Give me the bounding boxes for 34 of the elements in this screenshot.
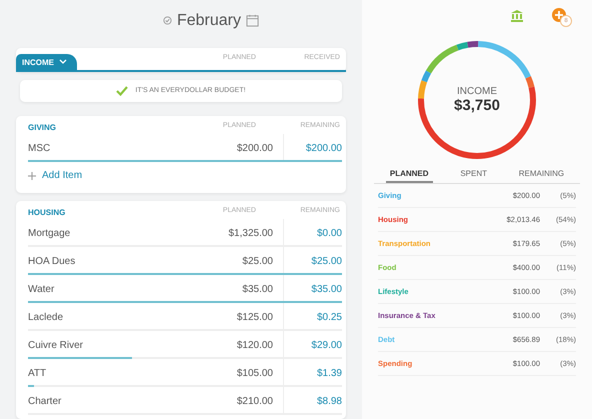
group-title: HOUSING (27, 208, 66, 219)
check-circle-icon (162, 16, 172, 26)
chevron-down-icon (59, 59, 67, 66)
item-name[interactable]: Water (28, 284, 183, 294)
income-label: INCOME (457, 86, 497, 97)
planned-amount[interactable]: $200.00 (183, 142, 283, 154)
item-name[interactable]: MSC (28, 142, 183, 154)
planned-amount[interactable]: $120.00 (183, 340, 283, 350)
item-name[interactable]: Laclede (28, 312, 183, 322)
planned-amount[interactable]: $25.00 (183, 256, 283, 266)
item-name[interactable]: HOA Dues (28, 256, 183, 266)
planned-amount[interactable]: $210.00 (183, 396, 283, 406)
summary-tab[interactable]: PLANNED (386, 166, 433, 183)
income-amount: $3,750 (454, 97, 500, 114)
item-name[interactable]: Cuivre River (28, 340, 183, 350)
summary-tab[interactable]: SPENT (456, 166, 491, 183)
month-title: February (176, 12, 242, 30)
item-name[interactable]: Mortgage (28, 228, 183, 238)
add-item-button[interactable]: Add Item (28, 170, 82, 181)
planned-amount[interactable]: $1,325.00 (183, 228, 283, 238)
group-title: GIVING (27, 123, 58, 134)
planned-amount[interactable]: $105.00 (183, 368, 283, 378)
planned-amount[interactable]: $125.00 (183, 312, 283, 322)
bank-icon[interactable] (510, 8, 524, 22)
plus-icon (28, 172, 36, 180)
plus-icon (555, 11, 563, 19)
summary-tab[interactable]: REMAINING (514, 166, 568, 183)
item-name[interactable]: Charter (28, 396, 183, 406)
income-tab[interactable]: INCOME (16, 54, 77, 70)
item-name[interactable]: ATT (28, 368, 183, 378)
add-button[interactable] (552, 8, 566, 22)
calendar-icon[interactable] (246, 14, 260, 28)
checkmark-icon (116, 86, 128, 96)
planned-amount[interactable]: $35.00 (183, 284, 283, 294)
